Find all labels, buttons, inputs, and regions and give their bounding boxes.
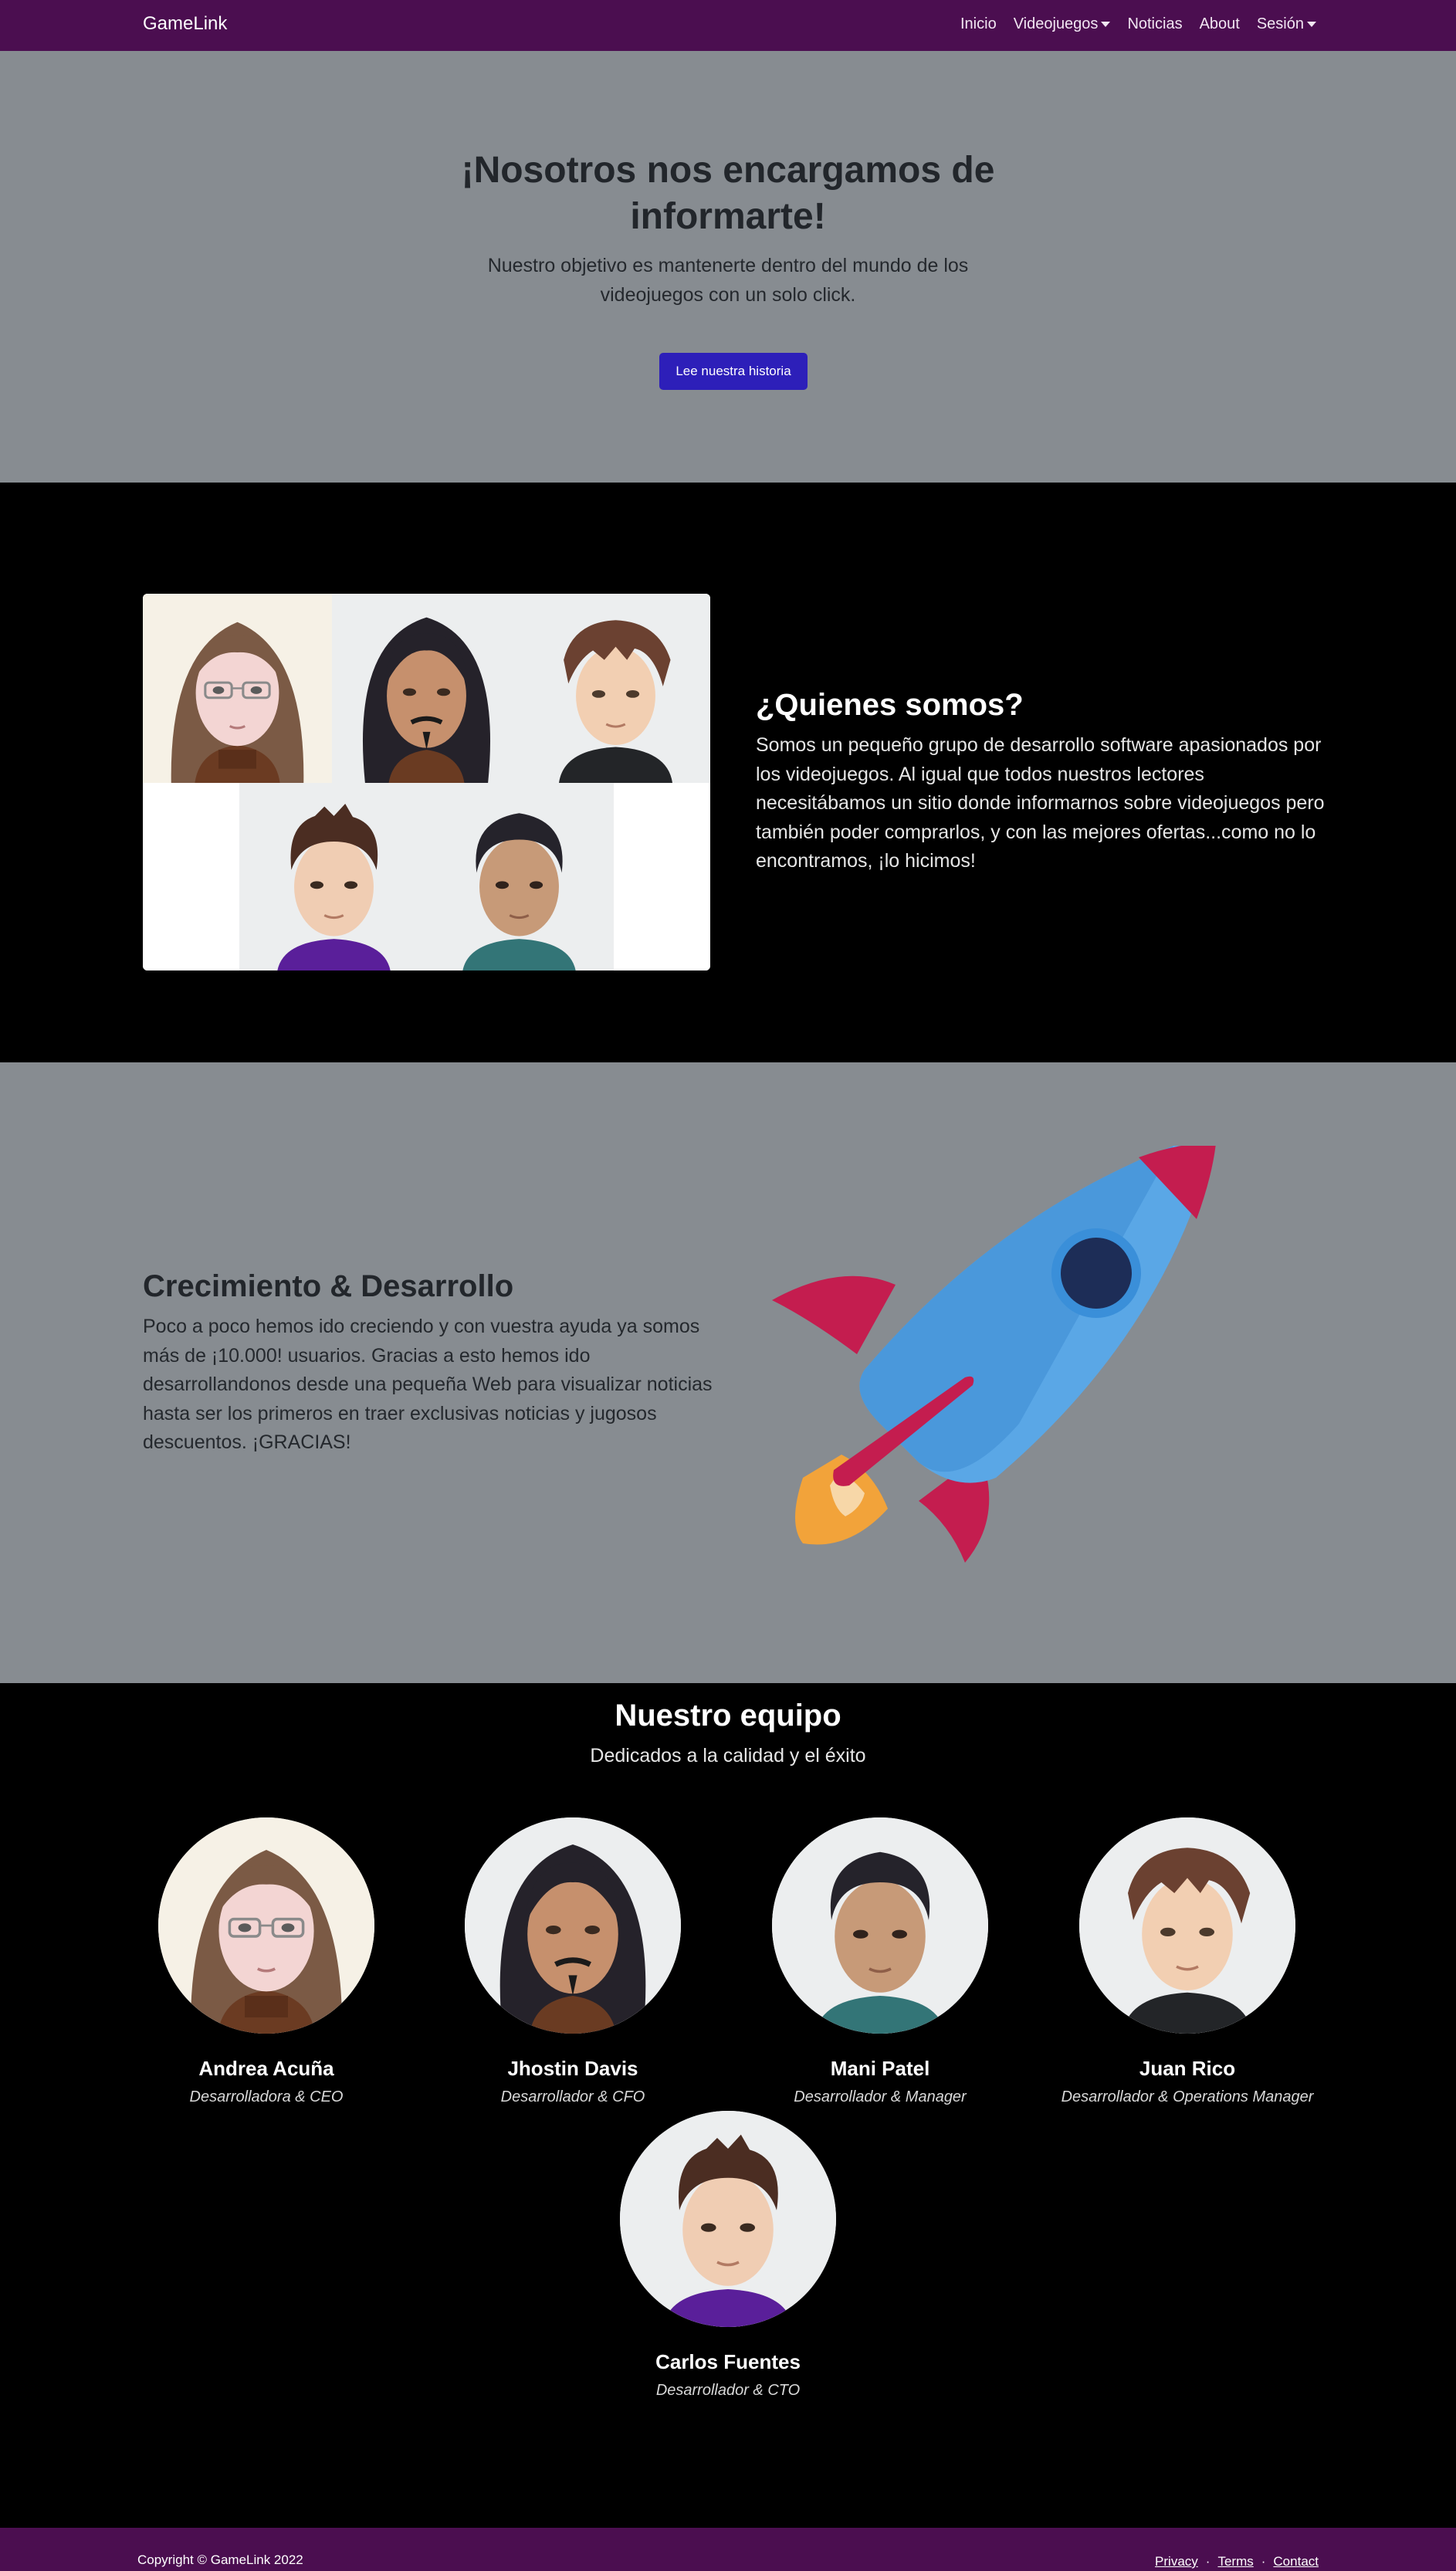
growth-text: Poco a poco hemos ido creciendo y con vu…	[143, 1316, 713, 1453]
member-role: Desarrollador & CFO	[500, 2088, 645, 2105]
caret-down-icon	[1307, 22, 1316, 27]
footer-link-contact[interactable]: Contact	[1273, 2554, 1319, 2569]
member-role: Desarrolladora & CEO	[189, 2088, 344, 2105]
growth-section: Crecimiento & Desarrollo Poco a poco hem…	[0, 1062, 1456, 1683]
navbar: GameLink Inicio Videojuegos Noticias Abo…	[0, 0, 1456, 51]
nav-link-inicio[interactable]: Inicio	[960, 15, 997, 33]
nav-dropdown-videojuegos[interactable]: Videojuegos	[1014, 15, 1111, 33]
team-title: Nuestro equipo	[615, 1699, 841, 1733]
brand-link[interactable]: GameLink	[143, 13, 227, 35]
avatar	[1079, 1817, 1295, 2034]
avatar	[465, 1817, 681, 2034]
nav-dropdown-label: Sesión	[1256, 15, 1304, 32]
footer-separator: ·	[1261, 2554, 1266, 2569]
member-name: Jhostin Davis	[507, 2057, 638, 2080]
footer: Copyright © GameLink 2022 Privacy · Term…	[0, 2528, 1456, 2571]
growth-title: Crecimiento & Desarrollo	[143, 1269, 514, 1303]
member-role: Desarrollador & Manager	[794, 2088, 967, 2105]
avatar	[158, 1817, 374, 2034]
team-member-card: Andrea Acuña Desarrolladora & CEO	[112, 1817, 421, 2106]
nav-link-noticias[interactable]: Noticias	[1127, 15, 1182, 33]
member-role: Desarrollador & Operations Manager	[1061, 2088, 1314, 2105]
hero-section: ¡Nosotros nos encargamos de informarte! …	[0, 51, 1456, 483]
member-name: Andrea Acuña	[198, 2057, 334, 2080]
about-title: ¿Quienes somos?	[756, 688, 1024, 722]
footer-link-privacy[interactable]: Privacy	[1155, 2554, 1198, 2569]
nav-dropdown-label: Videojuegos	[1013, 15, 1099, 32]
team-collage-image	[143, 594, 710, 970]
footer-links: Privacy · Terms · Contact	[1155, 2554, 1319, 2569]
hero-lead: Nuestro objetivo es mantenerte dentro de…	[487, 255, 969, 306]
team-member-card: Carlos Fuentes Desarrollador & CTO	[574, 2111, 882, 2400]
nav-link-about[interactable]: About	[1200, 15, 1240, 33]
member-name: Carlos Fuentes	[655, 2350, 801, 2373]
footer-separator: ·	[1205, 2554, 1211, 2569]
team-member-card: Mani Patel Desarrollador & Manager	[726, 1817, 1034, 2106]
team-section: Nuestro equipo Dedicados a la calidad y …	[0, 1683, 1456, 2528]
member-name: Juan Rico	[1139, 2057, 1236, 2080]
nav-links: Inicio Videojuegos Noticias About Sesión	[960, 15, 1316, 33]
avatar	[620, 2111, 836, 2327]
about-text: Somos un pequeño grupo de desarrollo sof…	[756, 734, 1325, 872]
team-member-card: Jhostin Davis Desarrollador & CFO	[418, 1817, 727, 2106]
team-subtitle: Dedicados a la calidad y el éxito	[590, 1745, 866, 1767]
member-role: Desarrollador & CTO	[655, 2382, 801, 2399]
member-name: Mani Patel	[830, 2057, 930, 2080]
avatar	[772, 1817, 988, 2034]
rocket-illustration	[772, 1146, 1216, 1563]
nav-dropdown-sesion[interactable]: Sesión	[1257, 15, 1316, 33]
team-member-card: Juan Rico Desarrollador & Operations Man…	[1033, 1817, 1342, 2106]
hero-title: ¡Nosotros nos encargamos de informarte!	[461, 150, 995, 237]
caret-down-icon	[1101, 22, 1111, 27]
copyright-text: Copyright © GameLink 2022	[137, 2552, 303, 2567]
footer-link-terms[interactable]: Terms	[1217, 2554, 1253, 2569]
read-story-button[interactable]: Lee nuestra historia	[659, 353, 808, 390]
about-section: ¿Quienes somos? Somos un pequeño grupo d…	[0, 483, 1456, 1062]
